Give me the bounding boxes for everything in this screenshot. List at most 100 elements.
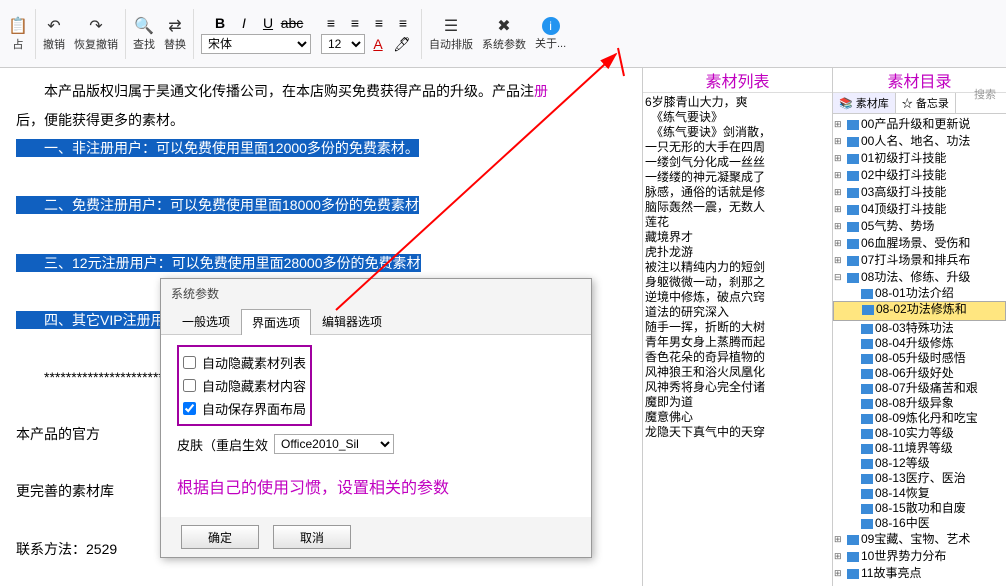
doc-para: 一、非注册用户：可以免费使用里面12000多份的免费素材。 xyxy=(16,135,626,162)
list-item[interactable]: 被注以精纯内力的短剑 xyxy=(645,260,830,275)
list-item[interactable]: 《练气要诀》 xyxy=(645,110,830,125)
chk-hide-list-label: 自动隐藏素材列表 xyxy=(202,353,306,372)
tree-item[interactable]: 10世界势力分布 xyxy=(833,548,1006,565)
list-item[interactable]: 青年男女身上蒸腾而起 xyxy=(645,335,830,350)
strike-button[interactable]: abc xyxy=(281,13,303,33)
tree-item[interactable]: 08-03特殊功法 xyxy=(833,321,1006,336)
tree-item[interactable]: 08-08升级异象 xyxy=(833,396,1006,411)
tree-item[interactable]: 08-02功法修炼和 xyxy=(833,301,1006,321)
list-item[interactable]: 《练气要诀》剑消散， xyxy=(645,125,830,140)
list-item[interactable]: 随手一挥，折断的大树 xyxy=(645,320,830,335)
tree-item[interactable]: 04顶级打斗技能 xyxy=(833,201,1006,218)
tree-item[interactable]: 08-04升级修炼 xyxy=(833,336,1006,351)
tree-item[interactable]: 00人名、地名、功法 xyxy=(833,133,1006,150)
tree-item[interactable]: 00产品升级和更新说 xyxy=(833,116,1006,133)
material-list-panel: 素材列表 6岁膝青山大力，爽 《练气要诀》 《练气要诀》剑消散，一只无形的大手在… xyxy=(642,68,832,586)
chk-save-layout[interactable] xyxy=(183,402,196,415)
material-list[interactable]: 6岁膝青山大力，爽 《练气要诀》 《练气要诀》剑消散，一只无形的大手在四周一缕剑… xyxy=(643,93,832,442)
tab-general[interactable]: 一般选项 xyxy=(171,308,241,334)
dialog-tabs: 一般选项 界面选项 编辑器选项 xyxy=(161,308,591,335)
tree-item[interactable]: 08-07升级痛苦和艰 xyxy=(833,381,1006,396)
tree-item[interactable]: 08-16中医 xyxy=(833,516,1006,531)
checkbox-group-highlight: 自动隐藏素材列表 自动隐藏素材内容 自动保存界面布局 xyxy=(177,345,312,426)
list-item[interactable]: 龙隐天下真气中的天穿 xyxy=(645,425,830,440)
align-right-button[interactable]: ≡ xyxy=(368,13,390,33)
list-item[interactable]: 脉感，通俗的话就是修 xyxy=(645,185,830,200)
chk-hide-content[interactable] xyxy=(183,379,196,392)
list-item[interactable]: 一缕剑气分化成一丝丝 xyxy=(645,155,830,170)
paste-button[interactable]: 📋占 xyxy=(4,14,32,54)
tree-item[interactable]: 09宝藏、宝物、艺术 xyxy=(833,531,1006,548)
tree-item[interactable]: 08-05升级时感悟 xyxy=(833,351,1006,366)
sysparam-button[interactable]: ✖系统参数 xyxy=(478,14,530,54)
tree-item[interactable]: 08-06升级好处 xyxy=(833,366,1006,381)
list-item[interactable]: 6岁膝青山大力，爽 xyxy=(645,95,830,110)
paste-icon: 📋 xyxy=(8,16,28,36)
tree-item[interactable]: 05气势、势场 xyxy=(833,218,1006,235)
font-select[interactable]: 宋体 xyxy=(201,34,311,54)
align-center-button[interactable]: ≡ xyxy=(344,13,366,33)
align-left-button[interactable]: ≡ xyxy=(320,13,342,33)
italic-button[interactable]: I xyxy=(233,13,255,33)
list-item[interactable]: 一缕缕的神元凝聚成了 xyxy=(645,170,830,185)
ok-button[interactable]: 确定 xyxy=(181,525,259,549)
list-item[interactable]: 一只无形的大手在四周 xyxy=(645,140,830,155)
list-item[interactable]: 风神秀将身心完全付诸 xyxy=(645,380,830,395)
doc-para: 本产品版权归属于昊通文化传播公司，在本店购买免费获得产品的升级。产品注册 xyxy=(16,78,626,105)
chk-hide-content-label: 自动隐藏素材内容 xyxy=(202,376,306,395)
list-item[interactable]: 身躯微微一动，刹那之 xyxy=(645,275,830,290)
list-item[interactable]: 魔即为道 xyxy=(645,395,830,410)
fontsize-select[interactable]: 12 xyxy=(321,34,365,54)
tree-item[interactable]: 08-09炼化丹和吃宝 xyxy=(833,411,1006,426)
tab-editor[interactable]: 编辑器选项 xyxy=(311,308,393,334)
chk-save-layout-label: 自动保存界面布局 xyxy=(202,399,306,418)
material-tree[interactable]: 00产品升级和更新说00人名、地名、功法01初级打斗技能02中级打斗技能03高级… xyxy=(833,114,1006,586)
cancel-button[interactable]: 取消 xyxy=(273,525,351,549)
list-item[interactable]: 虎扑龙游 xyxy=(645,245,830,260)
tree-item[interactable]: 11故事亮点 xyxy=(833,565,1006,582)
search-input[interactable]: 搜索 xyxy=(974,86,1004,102)
tree-item[interactable]: 08-10实力等级 xyxy=(833,426,1006,441)
dialog-title: 系统参数 xyxy=(161,279,591,308)
list-item[interactable]: 脑际轰然一震，无数人 xyxy=(645,200,830,215)
skin-select[interactable]: Office2010_Sil xyxy=(274,434,394,454)
redo-button[interactable]: ↷恢复撤销 xyxy=(70,14,122,54)
list-item[interactable]: 莲花 xyxy=(645,215,830,230)
list-item[interactable]: 逆境中修炼，破点穴窍 xyxy=(645,290,830,305)
list-item[interactable]: 风神狼王和浴火凤凰化 xyxy=(645,365,830,380)
autolayout-button[interactable]: ☰自动排版 xyxy=(425,14,477,54)
tree-item[interactable]: 08-11境界等级 xyxy=(833,441,1006,456)
tree-item[interactable]: 08-01功法介绍 xyxy=(833,286,1006,301)
tree-item[interactable]: 03高级打斗技能 xyxy=(833,184,1006,201)
about-button[interactable]: i关于... xyxy=(531,15,570,53)
highlight-button[interactable]: 🖊 xyxy=(391,34,413,54)
underline-button[interactable]: U xyxy=(257,13,279,33)
tree-item[interactable]: 06血腥场景、受伤和 xyxy=(833,235,1006,252)
tree-item[interactable]: 08-14恢复 xyxy=(833,486,1006,501)
tree-item[interactable]: 08-13医疗、医治 xyxy=(833,471,1006,486)
tree-item[interactable]: 07打斗场景和排兵布 xyxy=(833,252,1006,269)
chk-hide-list[interactable] xyxy=(183,356,196,369)
find-button[interactable]: 🔍查找 xyxy=(129,14,159,54)
replace-button[interactable]: ⇄替换 xyxy=(160,14,190,54)
list-item[interactable]: 藏境界才 xyxy=(645,230,830,245)
tree-item[interactable]: 08-15散功和自废 xyxy=(833,501,1006,516)
gear-icon: ✖ xyxy=(494,16,514,36)
list-item[interactable]: 香色花朵的奇异植物的 xyxy=(645,350,830,365)
tab-interface[interactable]: 界面选项 xyxy=(241,309,311,335)
tree-item[interactable]: 02中级打斗技能 xyxy=(833,167,1006,184)
tab-memo[interactable]: ☆ 备忘录 xyxy=(896,93,956,113)
undo-button[interactable]: ↶撤销 xyxy=(39,14,69,54)
tree-item[interactable]: 01初级打斗技能 xyxy=(833,150,1006,167)
font-color-button[interactable]: A xyxy=(367,34,389,54)
info-icon: i xyxy=(542,17,560,35)
redo-icon: ↷ xyxy=(86,16,106,36)
tab-material-lib[interactable]: 📚 素材库 xyxy=(833,93,896,113)
material-tree-panel: 素材目录 📚 素材库 ☆ 备忘录 00产品升级和更新说00人名、地名、功法01初… xyxy=(832,68,1006,586)
list-item[interactable]: 魔意佛心 xyxy=(645,410,830,425)
list-item[interactable]: 道法的研究深入 xyxy=(645,305,830,320)
tree-item[interactable]: 08-12等级 xyxy=(833,456,1006,471)
bold-button[interactable]: B xyxy=(209,13,231,33)
align-justify-button[interactable]: ≡ xyxy=(392,13,414,33)
tree-item[interactable]: 08功法、修练、升级 xyxy=(833,269,1006,286)
